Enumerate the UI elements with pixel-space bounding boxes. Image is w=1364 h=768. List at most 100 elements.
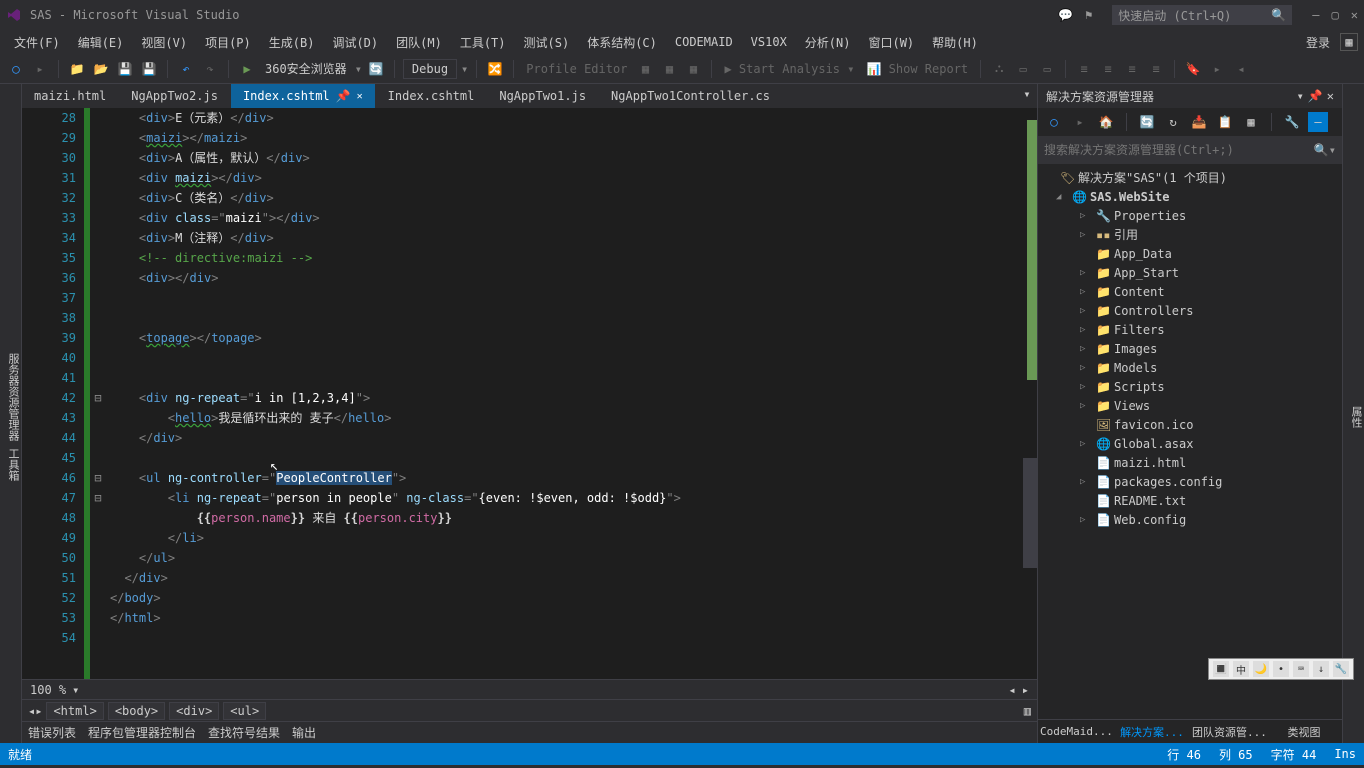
show-report-button[interactable]: 📊 Show Report [863, 62, 973, 76]
ime-btn-1[interactable]: 🔳 [1213, 661, 1229, 677]
menu-vs10x[interactable]: VS10X [743, 33, 795, 51]
fold-column[interactable]: ⊟⊟⊟ [90, 108, 106, 679]
profile-editor-button[interactable]: Profile Editor [522, 62, 631, 76]
tree-item[interactable]: 🖼favicon.ico [1038, 415, 1342, 434]
panel-dropdown-icon[interactable]: ▾ [1297, 89, 1304, 103]
tool-icon-1[interactable]: ⛬ [989, 59, 1009, 79]
tree-item[interactable]: ▷🔧Properties [1038, 206, 1342, 225]
minimize-button[interactable]: — [1312, 8, 1319, 22]
menu-tools[interactable]: 工具(T) [452, 32, 514, 53]
maximize-button[interactable]: ▢ [1332, 8, 1339, 22]
ime-btn-5[interactable]: ⌨ [1293, 661, 1309, 677]
sol-sync-button[interactable]: 🔄 [1137, 112, 1157, 132]
sol-back-button[interactable]: ◯ [1044, 112, 1064, 132]
menu-architecture[interactable]: 体系结构(C) [579, 32, 665, 53]
save-all-button[interactable]: 💾 [139, 59, 159, 79]
breadcrumb-body[interactable]: <body> [108, 702, 165, 720]
tab-controller[interactable]: NgAppTwo1Controller.cs [599, 84, 783, 108]
solution-search-input[interactable] [1044, 143, 1314, 157]
sol-wrench-button[interactable]: 🔧 [1282, 112, 1302, 132]
code-content[interactable]: <div>E（元素）</div> <maizi></maizi> <div>A（… [106, 108, 1037, 679]
tree-item[interactable]: ▷📁App_Start [1038, 263, 1342, 282]
menu-help[interactable]: 帮助(H) [924, 32, 986, 53]
app-icon-3[interactable]: ▦ [683, 59, 703, 79]
ime-btn-4[interactable]: • [1273, 661, 1289, 677]
pbt-team[interactable]: 团队资源管... [1190, 720, 1266, 744]
scroll-right-button[interactable]: ▸ [1022, 683, 1029, 697]
tool-icon-8[interactable]: ▸ [1207, 59, 1227, 79]
panel-close-icon[interactable]: ✕ [1327, 89, 1334, 103]
tool-icon-7[interactable]: ≡ [1146, 59, 1166, 79]
save-button[interactable]: 💾 [115, 59, 135, 79]
tree-item[interactable]: 📄maizi.html [1038, 453, 1342, 472]
pbt-solution[interactable]: 解决方案... [1114, 720, 1190, 744]
start-analysis-button[interactable]: ▶ Start Analysis ▾ [720, 62, 858, 76]
ime-toolbar[interactable]: 🔳 中 🌙 • ⌨ ↓ 🔧 [1208, 658, 1354, 680]
bookmark-icon[interactable]: 🔖 [1183, 59, 1203, 79]
forward-button[interactable]: ▸ [30, 59, 50, 79]
menu-team[interactable]: 团队(M) [388, 32, 450, 53]
login-link[interactable]: 登录 [1298, 34, 1338, 51]
feedback-icon[interactable]: 💬 [1058, 8, 1073, 22]
tool-icon-5[interactable]: ≡ [1098, 59, 1118, 79]
ime-btn-6[interactable]: ↓ [1313, 661, 1329, 677]
breadcrumb-ul[interactable]: <ul> [223, 702, 266, 720]
breadcrumb-html[interactable]: <html> [46, 702, 103, 720]
sol-collapse-button[interactable]: 📥 [1189, 112, 1209, 132]
tree-item[interactable]: 📁App_Data [1038, 244, 1342, 263]
sol-properties-button[interactable]: ▦ [1241, 112, 1261, 132]
ime-btn-3[interactable]: 🌙 [1253, 661, 1269, 677]
tree-item[interactable]: ▷📁Views [1038, 396, 1342, 415]
new-project-button[interactable]: 📁 [67, 59, 87, 79]
bottom-tab-findsym[interactable]: 查找符号结果 [208, 724, 280, 741]
app-icon-2[interactable]: ▦ [659, 59, 679, 79]
menu-debug[interactable]: 调试(D) [324, 32, 386, 53]
close-button[interactable]: ✕ [1351, 8, 1358, 22]
sol-refresh-button[interactable]: ↻ [1163, 112, 1183, 132]
run-button[interactable]: ▶ [237, 59, 257, 79]
scroll-track[interactable] [1023, 108, 1037, 679]
menu-file[interactable]: 文件(F) [6, 32, 68, 53]
undo-button[interactable]: ↶ [176, 59, 196, 79]
tab-ngapptwo1[interactable]: NgAppTwo1.js [487, 84, 599, 108]
tab-index2[interactable]: Index.cshtml [376, 84, 488, 108]
tool-icon-3[interactable]: ▭ [1037, 59, 1057, 79]
menu-view[interactable]: 视图(V) [133, 32, 195, 53]
ime-btn-2[interactable]: 中 [1233, 661, 1249, 677]
config-dropdown[interactable]: Debug [403, 59, 457, 79]
tab-overflow-button[interactable]: ▾ [1017, 84, 1037, 104]
open-button[interactable]: 📂 [91, 59, 111, 79]
nav-back-icon[interactable]: ◂▸ [28, 704, 42, 718]
bottom-tab-errors[interactable]: 错误列表 [28, 724, 76, 741]
back-button[interactable]: ◯ [6, 59, 26, 79]
sol-preview-button[interactable]: — [1308, 112, 1328, 132]
breadcrumb-div[interactable]: <div> [169, 702, 219, 720]
menu-edit[interactable]: 编辑(E) [70, 32, 132, 53]
user-icon[interactable]: ▦ [1340, 33, 1358, 51]
tree-item[interactable]: ▷📄packages.config [1038, 472, 1342, 491]
menu-window[interactable]: 窗口(W) [860, 32, 922, 53]
tree-item[interactable]: ▷🌐Global.asax [1038, 434, 1342, 453]
publish-button[interactable]: 🔀 [485, 59, 505, 79]
search-icon[interactable]: 🔍▾ [1314, 143, 1336, 157]
tree-item[interactable]: ▷📁Scripts [1038, 377, 1342, 396]
sol-fwd-button[interactable]: ▸ [1070, 112, 1090, 132]
pbt-classview[interactable]: 类视图 [1266, 720, 1342, 744]
tab-ngapptwo2[interactable]: NgAppTwo2.js [119, 84, 231, 108]
tab-index-active[interactable]: Index.cshtml 📌 ✕ [231, 84, 376, 108]
tree-item[interactable]: ▷📄Web.config [1038, 510, 1342, 529]
split-view-button[interactable]: ▥ [1024, 704, 1031, 718]
tool-icon-9[interactable]: ◂ [1231, 59, 1251, 79]
close-tab-icon[interactable]: ✕ [357, 91, 363, 102]
tree-item[interactable]: ▷📁Filters [1038, 320, 1342, 339]
panel-pin-icon[interactable]: 📌 [1308, 89, 1323, 103]
tree-item[interactable]: ▷📁Images [1038, 339, 1342, 358]
tree-item[interactable]: ▷📁Models [1038, 358, 1342, 377]
solution-search[interactable]: 🔍▾ [1038, 136, 1342, 164]
scroll-thumb[interactable] [1023, 458, 1037, 568]
redo-button[interactable]: ↷ [200, 59, 220, 79]
menu-project[interactable]: 项目(P) [197, 32, 259, 53]
tree-project[interactable]: ◢🌐SAS.WebSite [1038, 187, 1342, 206]
sol-showall-button[interactable]: 📋 [1215, 112, 1235, 132]
refresh-button[interactable]: 🔄 [366, 59, 386, 79]
